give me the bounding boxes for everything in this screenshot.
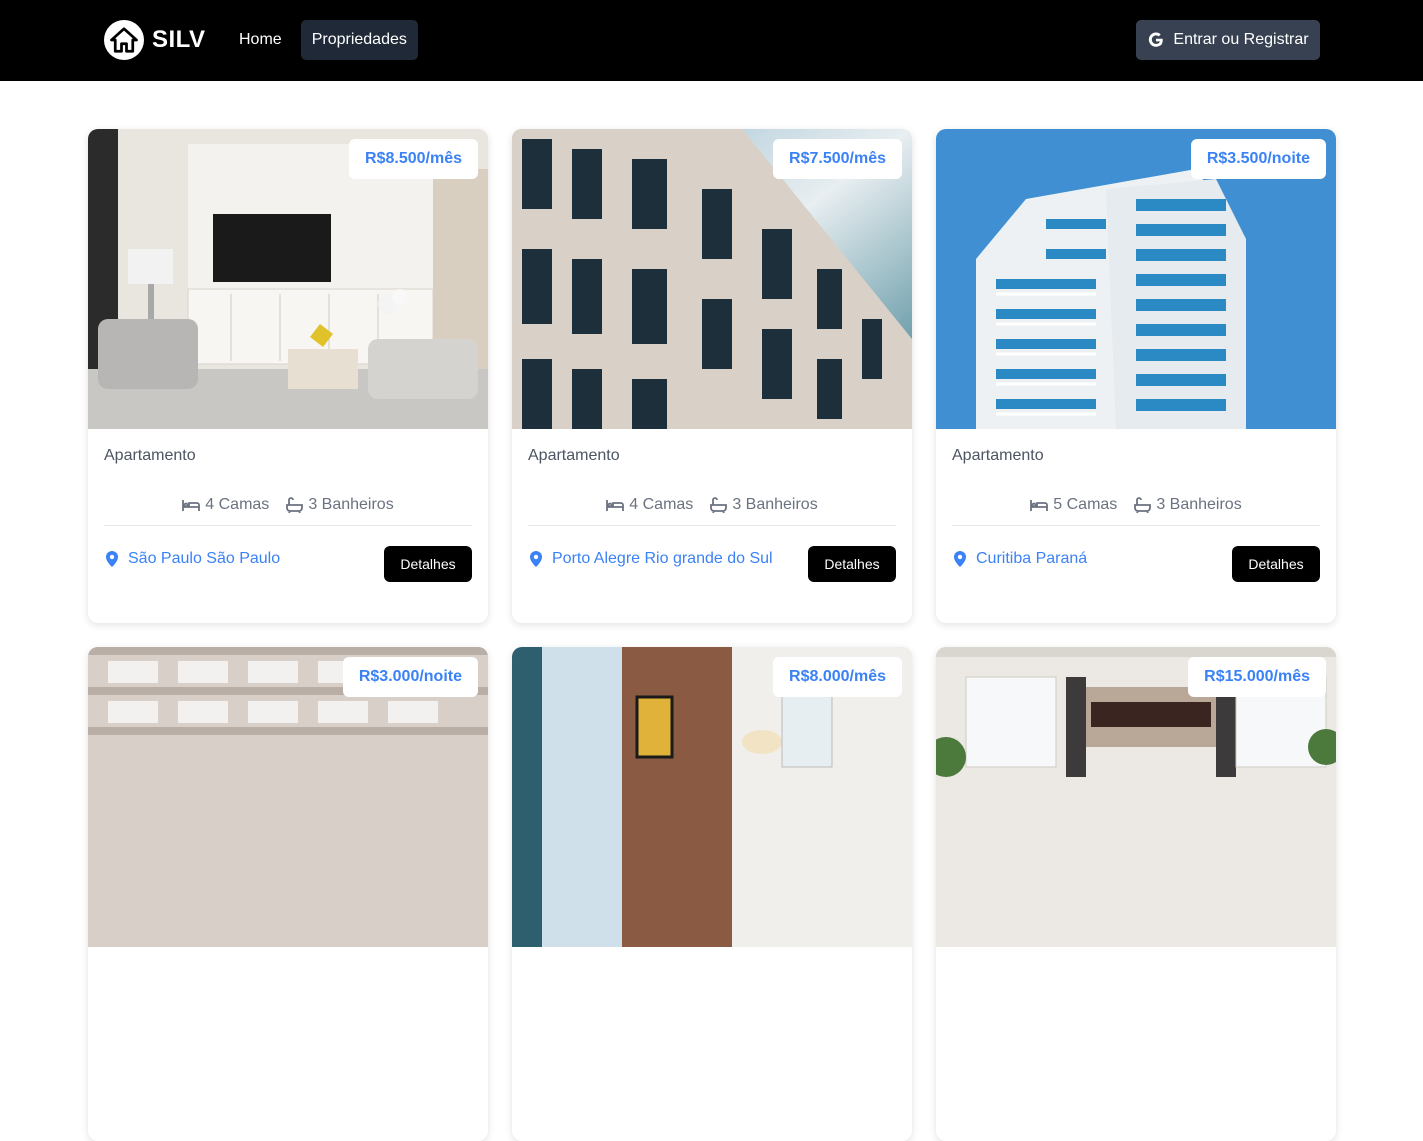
features-row: 5 Camas 3 Banheiros bbox=[952, 495, 1320, 515]
home-logo-icon bbox=[104, 20, 144, 60]
bath-icon bbox=[1133, 497, 1152, 513]
property-type: Apartamento bbox=[104, 447, 196, 464]
property-card[interactable]: R$8.000/mês bbox=[512, 647, 912, 1141]
location-label: São Paulo São Paulo bbox=[128, 550, 281, 567]
property-image-living-windows[interactable]: R$15.000/mês bbox=[936, 647, 1336, 947]
navbar: SILV Home Propriedades Entrar ou Registr… bbox=[0, 0, 1423, 81]
property-image-building-facade[interactable]: R$7.500/mês bbox=[512, 129, 912, 429]
location-label: Curitiba Paraná bbox=[976, 550, 1088, 567]
price-badge: R$8.000/mês bbox=[773, 657, 902, 697]
price-badge: R$3.500/noite bbox=[1190, 139, 1326, 179]
baths-count: 3 Banheiros bbox=[308, 496, 394, 513]
nav-propriedades[interactable]: Propriedades bbox=[300, 20, 418, 60]
login-label: Entrar ou Registrar bbox=[1173, 31, 1309, 48]
divider bbox=[104, 525, 472, 526]
beds-count: 4 Camas bbox=[205, 496, 270, 513]
property-image-living-room[interactable]: R$8.500/mês bbox=[88, 129, 488, 429]
property-image-balcony-facade[interactable]: R$3.000/noite bbox=[88, 647, 488, 947]
divider bbox=[952, 525, 1320, 526]
property-image-loft-brick[interactable]: R$8.000/mês bbox=[512, 647, 912, 947]
bed-icon bbox=[1030, 498, 1049, 512]
nav-links: Home Propriedades bbox=[228, 20, 418, 60]
map-pin-icon bbox=[104, 550, 120, 568]
brand[interactable]: SILV bbox=[104, 20, 206, 60]
login-button[interactable]: Entrar ou Registrar bbox=[1136, 20, 1320, 60]
property-card[interactable]: R$7.500/mês Apartamento 4 Camas 3 Banhei… bbox=[512, 129, 912, 623]
details-button[interactable]: Detalhes bbox=[808, 546, 896, 582]
bath-icon bbox=[285, 497, 304, 513]
map-pin-icon bbox=[528, 550, 544, 568]
location-label: Porto Alegre Rio grande do Sul bbox=[552, 550, 773, 567]
features-row: 4 Camas 3 Banheiros bbox=[528, 495, 896, 515]
price-badge: R$7.500/mês bbox=[773, 139, 902, 179]
details-button[interactable]: Detalhes bbox=[1232, 546, 1320, 582]
nav-home[interactable]: Home bbox=[228, 20, 293, 60]
location[interactable]: Curitiba Paraná bbox=[952, 550, 1087, 568]
property-image-tower-blue[interactable]: R$3.500/noite bbox=[936, 129, 1336, 429]
property-grid: R$8.500/mês Apartamento 4 Camas 3 Banhei… bbox=[88, 129, 1336, 1141]
bath-icon bbox=[709, 497, 728, 513]
location[interactable]: Porto Alegre Rio grande do Sul bbox=[528, 550, 773, 568]
map-pin-icon bbox=[952, 550, 968, 568]
features-row: 4 Camas 3 Banheiros bbox=[104, 495, 472, 515]
property-card[interactable]: R$3.000/noite bbox=[88, 647, 488, 1141]
price-badge: R$15.000/mês bbox=[1188, 657, 1326, 697]
price-badge: R$8.500/mês bbox=[349, 139, 478, 179]
details-button[interactable]: Detalhes bbox=[384, 546, 472, 582]
property-card[interactable]: R$15.000/mês bbox=[936, 647, 1336, 1141]
beds-count: 5 Camas bbox=[1053, 496, 1118, 513]
price-badge: R$3.000/noite bbox=[342, 657, 478, 697]
property-type: Apartamento bbox=[528, 447, 620, 464]
google-icon bbox=[1147, 31, 1165, 49]
baths-count: 3 Banheiros bbox=[732, 496, 818, 513]
property-card[interactable]: R$8.500/mês Apartamento 4 Camas 3 Banhei… bbox=[88, 129, 488, 623]
bed-icon bbox=[606, 498, 625, 512]
baths-count: 3 Banheiros bbox=[1156, 496, 1242, 513]
property-type: Apartamento bbox=[952, 447, 1044, 464]
brand-name: SILV bbox=[152, 26, 206, 53]
bed-icon bbox=[182, 498, 201, 512]
property-card[interactable]: R$3.500/noite Apartamento 5 Camas 3 Banh… bbox=[936, 129, 1336, 623]
divider bbox=[528, 525, 896, 526]
location[interactable]: São Paulo São Paulo bbox=[104, 550, 280, 568]
beds-count: 4 Camas bbox=[629, 496, 694, 513]
